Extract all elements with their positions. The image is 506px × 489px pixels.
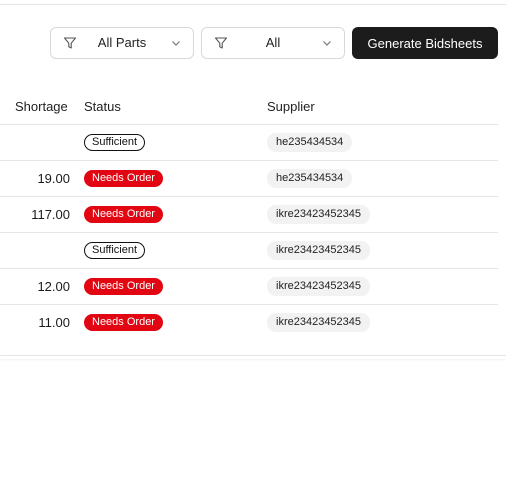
chevron-down-icon xyxy=(323,41,331,46)
status-badge: Needs Order xyxy=(84,278,163,295)
table-row[interactable]: 19.00 Needs Order he235434534 xyxy=(0,161,498,197)
parts-filter-dropdown[interactable]: All Parts xyxy=(50,27,194,59)
supplier-chip: he235434534 xyxy=(267,133,353,152)
supplier-chip: he235434534 xyxy=(267,169,353,188)
table-row[interactable]: 117.00 Needs Order ikre23423452345 xyxy=(0,197,498,233)
supplier-chip: ikre23423452345 xyxy=(267,277,371,296)
status-badge: Needs Order xyxy=(84,314,163,331)
status-filter-dropdown[interactable]: All xyxy=(201,27,345,59)
chevron-down-icon xyxy=(172,41,180,46)
table-row[interactable]: 12.00 Needs Order ikre23423452345 xyxy=(0,269,498,305)
table-row[interactable]: Sufficient he235434534 xyxy=(0,125,498,161)
shortage-cell: 12.00 xyxy=(37,279,70,294)
top-divider xyxy=(0,0,506,5)
shortage-cell: 11.00 xyxy=(38,315,70,330)
toolbar: All Parts All Generate Bidsheets xyxy=(50,27,498,59)
supplier-chip: ikre23423452345 xyxy=(267,241,371,260)
supplier-chip: ikre23423452345 xyxy=(267,205,371,224)
shortage-column-header[interactable]: Shortage xyxy=(15,99,68,114)
generate-bidsheets-button[interactable]: Generate Bidsheets xyxy=(352,27,498,59)
status-badge: Needs Order xyxy=(84,170,163,187)
supplier-column-header[interactable]: Supplier xyxy=(267,99,315,114)
table-row[interactable]: Sufficient ikre23423452345 xyxy=(0,233,498,269)
shortage-cell: 19.00 xyxy=(37,171,70,186)
status-badge: Needs Order xyxy=(84,206,163,223)
shortage-cell: 117.00 xyxy=(31,207,70,222)
table-bottom-edge xyxy=(0,355,506,359)
status-badge: Sufficient xyxy=(84,242,146,259)
parts-table: Shortage Status Supplier Sufficient he23… xyxy=(0,88,498,341)
status-badge: Sufficient xyxy=(84,134,146,151)
status-column-header[interactable]: Status xyxy=(84,99,121,114)
table-header: Shortage Status Supplier xyxy=(0,88,498,125)
supplier-chip: ikre23423452345 xyxy=(267,313,371,332)
table-row[interactable]: 11.00 Needs Order ikre23423452345 xyxy=(0,305,498,341)
